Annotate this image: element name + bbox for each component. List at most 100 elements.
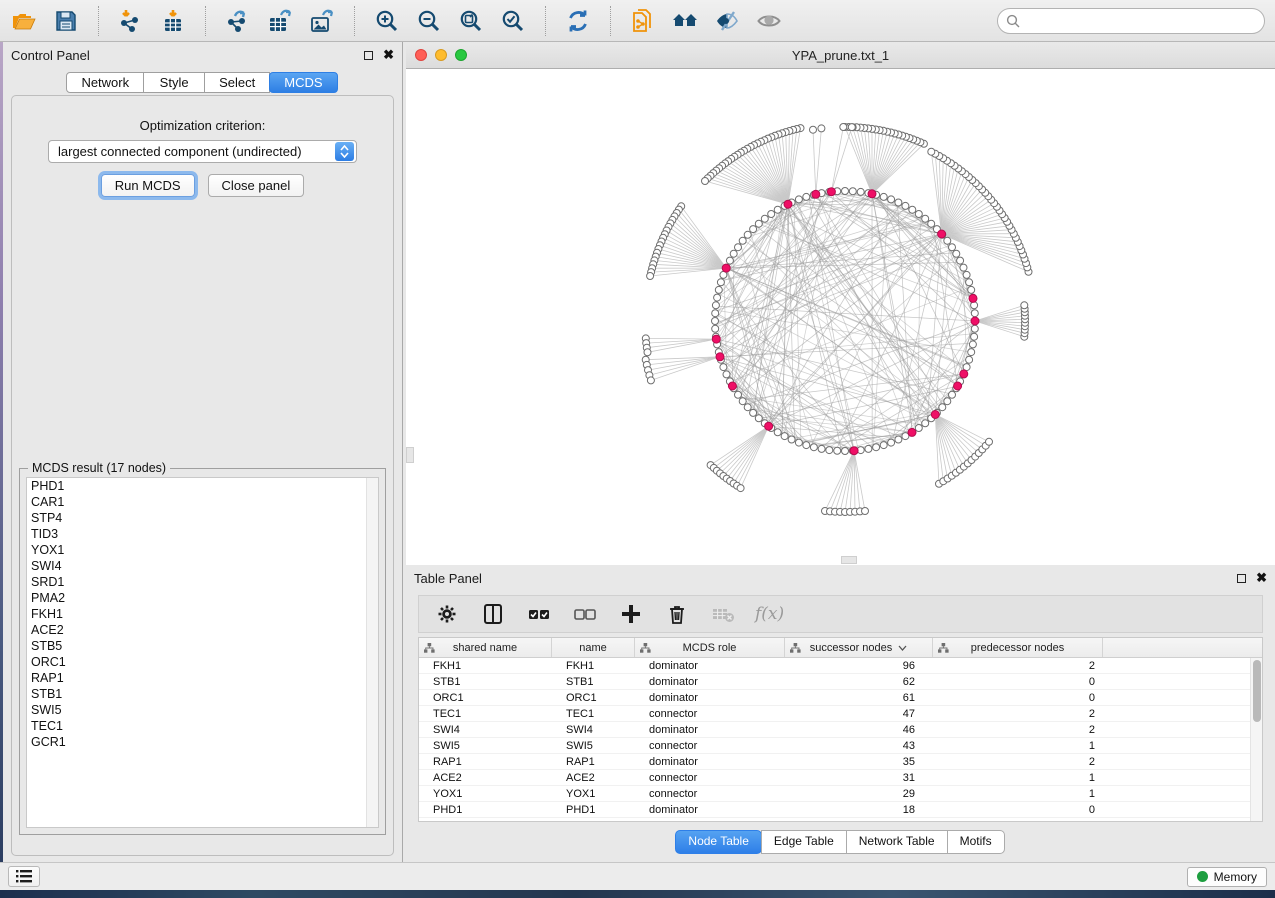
close-panel-icon[interactable]: ✖ [383,50,394,60]
float-panel-icon[interactable] [364,51,373,60]
cell-successor-nodes[interactable]: 47 [785,708,933,720]
table-row[interactable]: SWI4SWI4dominator462 [419,722,1250,738]
hide-selected-icon[interactable] [713,7,741,35]
mcds-result-item[interactable]: ORC1 [27,654,378,670]
cell-predecessor-nodes[interactable]: 1 [933,740,1103,752]
search-input[interactable] [997,8,1265,34]
column-header-name[interactable]: name [552,638,635,657]
cell-predecessor-nodes[interactable]: 2 [933,708,1103,720]
open-session-icon[interactable] [10,7,38,35]
column-header-successor-nodes[interactable]: successor nodes [785,638,933,657]
cell-name[interactable]: PHD1 [552,804,635,816]
mcds-result-item[interactable]: YOX1 [27,542,378,558]
column-header-predecessor-nodes[interactable]: predecessor nodes [933,638,1103,657]
tab-edge-table[interactable]: Edge Table [761,830,847,854]
mcds-result-item[interactable]: ACE2 [27,622,378,638]
memory-button[interactable]: Memory [1187,867,1267,887]
cell-successor-nodes[interactable]: 62 [785,676,933,688]
table-row[interactable]: YOX1YOX1connector291 [419,786,1250,802]
mcds-result-list[interactable]: PHD1CAR1STP4TID3YOX1SWI4SRD1PMA2FKH1ACE2… [26,477,379,828]
cell-MCDS-role[interactable]: dominator [635,660,785,672]
mcds-result-item[interactable]: GCR1 [27,734,378,750]
network-home-icon[interactable] [671,7,699,35]
cell-successor-nodes[interactable]: 31 [785,772,933,784]
cell-MCDS-role[interactable]: dominator [635,692,785,704]
mcds-result-item[interactable]: SWI5 [27,702,378,718]
cell-MCDS-role[interactable]: connector [635,772,785,784]
cell-shared-name[interactable]: YOX1 [419,788,552,800]
save-session-icon[interactable] [52,7,80,35]
cell-predecessor-nodes[interactable]: 2 [933,756,1103,768]
cell-shared-name[interactable]: ORC1 [419,692,552,704]
cell-shared-name[interactable]: SWI5 [419,740,552,752]
cell-successor-nodes[interactable]: 96 [785,660,933,672]
network-view-canvas[interactable] [406,69,1275,565]
table-row[interactable]: RAP1RAP1dominator352 [419,754,1250,770]
export-network-icon[interactable] [224,7,252,35]
table-row[interactable]: FKH1FKH1dominator962 [419,658,1250,674]
cell-shared-name[interactable]: STB1 [419,676,552,688]
table-row[interactable]: ACE2ACE2connector311 [419,770,1250,786]
cell-name[interactable]: SWI5 [552,740,635,752]
select-all-columns-icon[interactable] [525,600,553,628]
cell-name[interactable]: RAP1 [552,756,635,768]
mcds-result-item[interactable]: SRD1 [27,574,378,590]
cell-name[interactable]: FKH1 [552,660,635,672]
cell-predecessor-nodes[interactable]: 2 [933,660,1103,672]
mcds-result-item[interactable]: TEC1 [27,718,378,734]
table-row[interactable]: SWI5SWI5connector431 [419,738,1250,754]
cell-MCDS-role[interactable]: dominator [635,756,785,768]
mcds-result-item[interactable]: STB5 [27,638,378,654]
network-window-titlebar[interactable]: YPA_prune.txt_1 [406,42,1275,69]
cell-shared-name[interactable]: ACE2 [419,772,552,784]
cell-predecessor-nodes[interactable]: 0 [933,676,1103,688]
cell-MCDS-role[interactable]: connector [635,708,785,720]
cell-successor-nodes[interactable]: 43 [785,740,933,752]
export-web-icon[interactable] [629,7,657,35]
zoom-in-icon[interactable] [373,7,401,35]
cell-successor-nodes[interactable]: 61 [785,692,933,704]
cell-name[interactable]: SWI4 [552,724,635,736]
cell-shared-name[interactable]: RAP1 [419,756,552,768]
table-options-gear-icon[interactable] [433,600,461,628]
cell-predecessor-nodes[interactable]: 0 [933,804,1103,816]
mcds-result-item[interactable]: CAR1 [27,494,378,510]
splitpane-grip-bottom[interactable] [841,556,857,564]
delete-column-icon[interactable] [663,600,691,628]
tab-network[interactable]: Network [66,72,144,93]
mcds-list-scrollbar[interactable] [366,478,378,827]
table-row[interactable]: PHD1PHD1dominator180 [419,802,1250,818]
cell-MCDS-role[interactable]: connector [635,788,785,800]
criterion-dropdown[interactable]: largest connected component (undirected) [48,140,357,163]
mcds-result-item[interactable]: FKH1 [27,606,378,622]
cell-MCDS-role[interactable]: dominator [635,676,785,688]
export-image-icon[interactable] [308,7,336,35]
table-row[interactable]: STB1STB1dominator620 [419,674,1250,690]
tab-motifs[interactable]: Motifs [947,830,1005,854]
cell-successor-nodes[interactable]: 35 [785,756,933,768]
cell-predecessor-nodes[interactable]: 2 [933,724,1103,736]
cell-shared-name[interactable]: TEC1 [419,708,552,720]
close-table-panel-icon[interactable]: ✖ [1256,573,1267,583]
tab-network-table[interactable]: Network Table [846,830,948,854]
cell-name[interactable]: ACE2 [552,772,635,784]
create-column-icon[interactable] [617,600,645,628]
cell-name[interactable]: TEC1 [552,708,635,720]
deselect-all-columns-icon[interactable] [571,600,599,628]
splitpane-grip-left[interactable] [406,447,414,463]
show-column-panel-icon[interactable] [479,600,507,628]
table-scrollbar[interactable] [1250,658,1262,821]
cell-name[interactable]: STB1 [552,676,635,688]
tab-select[interactable]: Select [204,72,270,93]
float-table-panel-icon[interactable] [1237,574,1246,583]
cell-predecessor-nodes[interactable]: 1 [933,772,1103,784]
tab-style[interactable]: Style [143,72,205,93]
mcds-result-item[interactable]: RAP1 [27,670,378,686]
zoom-out-icon[interactable] [415,7,443,35]
cell-shared-name[interactable]: PHD1 [419,804,552,816]
tab-node-table[interactable]: Node Table [675,830,762,854]
zoom-fit-icon[interactable] [457,7,485,35]
apply-layout-icon[interactable] [564,7,592,35]
cell-successor-nodes[interactable]: 46 [785,724,933,736]
cell-successor-nodes[interactable]: 29 [785,788,933,800]
